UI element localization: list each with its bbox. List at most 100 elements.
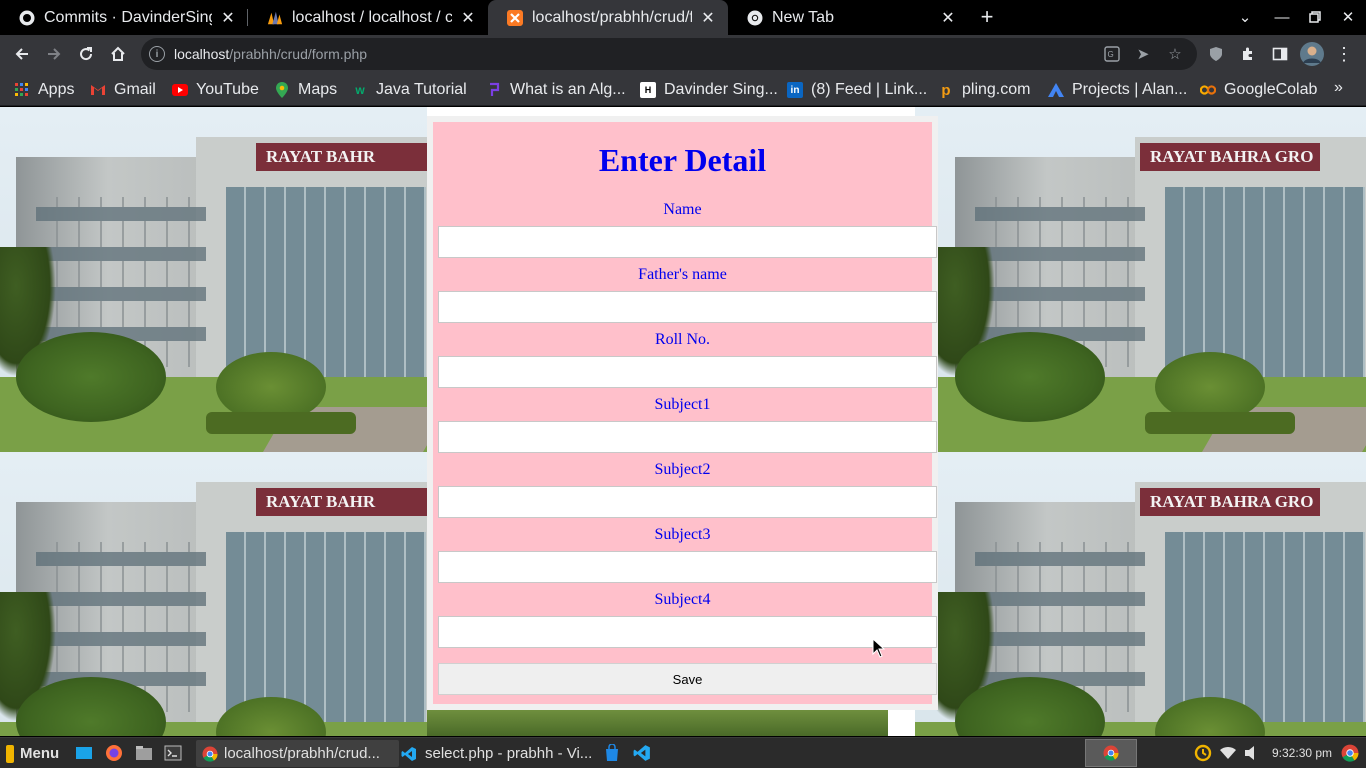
translate-icon[interactable]: G xyxy=(1102,44,1122,64)
name-input[interactable] xyxy=(438,226,937,258)
svg-text:G: G xyxy=(1108,50,1114,59)
profile-avatar[interactable] xyxy=(1298,40,1326,68)
bookmark-googlecolab[interactable]: GoogleColab xyxy=(1200,79,1317,101)
subject4-input[interactable] xyxy=(438,616,937,648)
new-tab-button[interactable]: + xyxy=(975,4,999,29)
app-store-icon[interactable] xyxy=(602,743,622,763)
hashnode-icon xyxy=(486,82,502,98)
bookmark-what-is-an-algorithm[interactable]: What is an Alg... xyxy=(486,79,626,101)
apps-grid-icon xyxy=(14,82,30,98)
tab-new-tab[interactable]: New Tab ✕ xyxy=(728,0,968,35)
vscode-launcher-icon[interactable] xyxy=(632,743,652,763)
subject1-input[interactable] xyxy=(438,421,937,453)
subject3-input[interactable] xyxy=(438,551,937,583)
close-tab-icon[interactable]: ✕ xyxy=(458,8,478,28)
address-host: localhost xyxy=(174,46,230,62)
bookmark-star-icon[interactable]: ☆ xyxy=(1165,44,1185,64)
save-button[interactable]: Save xyxy=(438,663,937,695)
youtube-icon xyxy=(172,82,188,98)
reload-icon[interactable] xyxy=(72,40,100,68)
address-path: /prabhh/crud/form.php xyxy=(229,46,368,62)
close-tab-icon[interactable]: ✕ xyxy=(938,8,958,28)
volume-icon[interactable] xyxy=(1242,743,1262,763)
page-viewport: RAYAT BAHR RAYAT BAHRA GRO RAYAT BAHR RA… xyxy=(0,107,1366,736)
forward-icon[interactable] xyxy=(40,40,68,68)
w3schools-icon: w xyxy=(355,83,365,97)
show-desktop-icon[interactable] xyxy=(74,743,94,763)
alan-icon xyxy=(1048,82,1064,98)
subject1-label: Subject1 xyxy=(654,396,711,413)
tab-title: Commits · DavinderSingh xyxy=(44,8,212,26)
bookmark-projects-alan[interactable]: Projects | Alan... xyxy=(1048,79,1187,101)
background-campus-image: RAYAT BAHRA GRO xyxy=(915,107,1366,452)
extensions-puzzle-icon[interactable] xyxy=(1234,40,1262,68)
bookmark-pling[interactable]: p pling.com xyxy=(938,79,1030,101)
update-manager-icon[interactable] xyxy=(1193,743,1213,763)
fathers-name-input[interactable] xyxy=(438,291,937,323)
bookmark-gmail[interactable]: Gmail xyxy=(90,79,156,101)
hackerrank-icon: H xyxy=(640,82,656,98)
tab-form-active[interactable]: localhost/prabhh/crud/f ✕ xyxy=(488,0,728,35)
chrome-icon xyxy=(1103,745,1119,761)
workspace-switcher[interactable] xyxy=(1085,739,1137,767)
home-icon[interactable] xyxy=(104,40,132,68)
tab-search-icon[interactable]: ⌄ xyxy=(1232,4,1258,30)
banner-text: RAYAT BAHR xyxy=(256,488,427,516)
wifi-icon[interactable] xyxy=(1218,743,1238,763)
close-window-icon[interactable]: ✕ xyxy=(1335,4,1361,30)
firefox-icon[interactable] xyxy=(104,743,124,763)
subject4-label: Subject4 xyxy=(654,591,711,608)
tab-phpmyadmin[interactable]: localhost / localhost / co ✕ xyxy=(248,0,488,35)
terminal-icon[interactable] xyxy=(163,743,183,763)
bookmark-label: Maps xyxy=(298,81,338,98)
close-tab-icon[interactable]: ✕ xyxy=(698,8,718,28)
subject2-input[interactable] xyxy=(438,486,937,518)
shield-extension-icon[interactable] xyxy=(1202,40,1230,68)
mint-menu-icon xyxy=(6,744,14,763)
close-tab-icon[interactable]: ✕ xyxy=(218,8,238,28)
start-menu-button[interactable]: Menu xyxy=(6,740,59,767)
file-manager-icon[interactable] xyxy=(134,743,154,763)
address-url: localhost/prabhh/crud/form.php xyxy=(174,46,367,62)
taskbar-window-title: select.php - prabhh - Vi... xyxy=(425,745,593,762)
bookmarks-overflow-icon[interactable]: » xyxy=(1334,79,1343,97)
bookmark-hackerrank[interactable]: H Davinder Sing... xyxy=(640,79,778,101)
bookmark-label: pling.com xyxy=(962,81,1031,98)
banner-text: RAYAT BAHR xyxy=(256,143,427,171)
bookmark-youtube[interactable]: YouTube xyxy=(172,79,259,101)
browser-toolbar: i localhost/prabhh/crud/form.php G ➤ ☆ ⋮ xyxy=(0,35,1366,73)
bookmark-linkedin-feed[interactable]: in (8) Feed | Link... xyxy=(787,79,927,101)
roll-no-label: Roll No. xyxy=(654,331,711,348)
restore-icon[interactable] xyxy=(1302,4,1328,30)
pling-icon: p xyxy=(941,81,951,99)
bookmark-label: Gmail xyxy=(114,81,156,98)
background-campus-image: RAYAT BAHR xyxy=(0,107,427,452)
tab-commits[interactable]: Commits · DavinderSingh ✕ xyxy=(0,0,248,35)
phpmyadmin-icon xyxy=(267,10,283,26)
chrome-tray-icon[interactable] xyxy=(1340,743,1360,763)
fathers-name-label: Father's name xyxy=(638,266,727,283)
form-title: Enter Detail xyxy=(598,142,767,178)
bookmark-label: Java Tutorial xyxy=(376,81,467,98)
banner-text: RAYAT BAHRA GRO xyxy=(1140,143,1320,171)
taskbar-window-title: localhost/prabhh/crud... xyxy=(224,745,380,762)
tab-title: New Tab xyxy=(772,8,834,26)
side-panel-icon[interactable] xyxy=(1266,40,1294,68)
colab-icon xyxy=(1200,82,1216,98)
roll-no-input[interactable] xyxy=(438,356,937,388)
site-info-icon[interactable]: i xyxy=(149,46,165,62)
bookmark-java-tutorial[interactable]: w Java Tutorial xyxy=(352,79,467,101)
bookmark-apps[interactable]: Apps xyxy=(14,79,74,101)
minimize-icon[interactable]: — xyxy=(1269,4,1295,30)
taskbar-window-chrome[interactable]: localhost/prabhh/crud... xyxy=(196,740,399,767)
bookmark-label: GoogleColab xyxy=(1224,81,1318,98)
xampp-icon xyxy=(507,9,523,26)
send-icon[interactable]: ➤ xyxy=(1133,44,1153,64)
kebab-menu-icon[interactable]: ⋮ xyxy=(1330,40,1358,68)
vscode-icon xyxy=(401,746,417,762)
taskbar-window-vscode[interactable]: select.php - prabhh - Vi... xyxy=(399,740,604,767)
back-icon[interactable] xyxy=(8,40,36,68)
bookmark-maps[interactable]: Maps xyxy=(274,79,337,101)
menu-label: Menu xyxy=(20,745,60,762)
address-bar[interactable]: i localhost/prabhh/crud/form.php G ➤ ☆ xyxy=(141,38,1197,70)
